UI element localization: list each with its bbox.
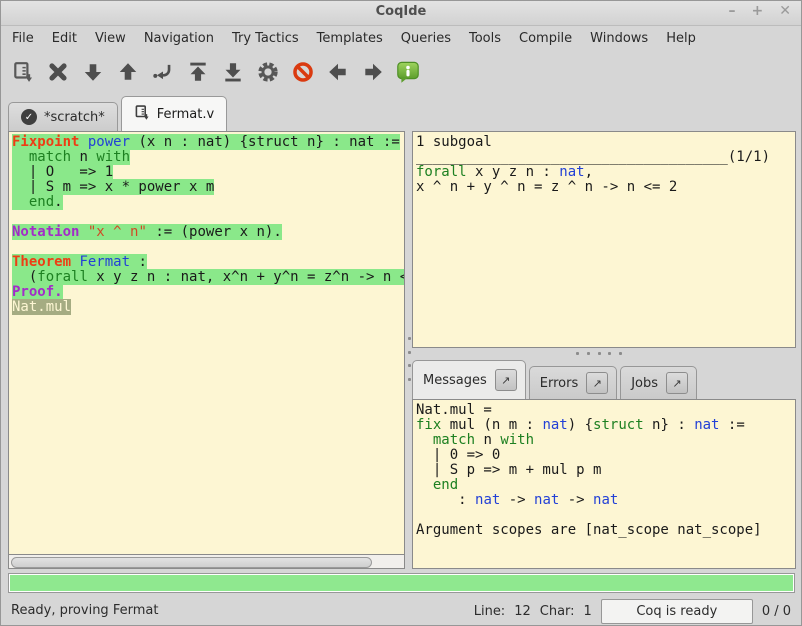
- goal-pane[interactable]: 1 subgoal_______________________________…: [412, 131, 796, 348]
- progress-bar: [8, 573, 795, 593]
- arrow-down-to-bottom-icon: [222, 61, 244, 83]
- minimize-button[interactable]: –: [729, 3, 736, 19]
- run-to-start-button[interactable]: [180, 55, 215, 89]
- char-label: Char:: [540, 604, 575, 619]
- interrupt-button[interactable]: [285, 55, 320, 89]
- tab-scratch[interactable]: ✓ *scratch*: [8, 102, 118, 131]
- detach-jobs-button[interactable]: ↗: [666, 372, 688, 394]
- menu-windows[interactable]: Windows: [581, 26, 657, 51]
- toolbar: [5, 51, 799, 93]
- detach-errors-button[interactable]: ↗: [586, 372, 608, 394]
- messages-pane[interactable]: Nat.mul =fix mul (n m : nat) {struct n} …: [412, 399, 796, 569]
- arrow-up-icon: [117, 61, 139, 83]
- tab-scratch-label: *scratch*: [44, 110, 105, 125]
- info-bubble-icon: [396, 60, 420, 84]
- script-editor[interactable]: Fixpoint power (x n : nat) {struct n} : …: [9, 132, 404, 318]
- tab-errors-label: Errors: [540, 376, 578, 391]
- menu-file[interactable]: File: [3, 26, 43, 51]
- tab-errors[interactable]: Errors ↗: [529, 366, 617, 399]
- tab-fermat[interactable]: Fermat.v: [121, 96, 227, 131]
- line-label: Line:: [474, 604, 505, 619]
- status-message: Ready, proving Fermat: [11, 603, 158, 618]
- file-save-icon: [134, 104, 150, 125]
- arrow-down-icon: [82, 61, 104, 83]
- status-bar: Ready, proving Fermat Line: 12 Char: 1 C…: [1, 595, 801, 626]
- menu-tools[interactable]: Tools: [460, 26, 510, 51]
- back-button[interactable]: [320, 55, 355, 89]
- title-bar: CoqIde – + ✕: [1, 1, 801, 26]
- gear-icon: [257, 61, 279, 83]
- tab-fermat-label: Fermat.v: [157, 107, 214, 122]
- tab-messages-label: Messages: [423, 373, 487, 388]
- save-button[interactable]: [5, 55, 40, 89]
- run-to-end-button[interactable]: [215, 55, 250, 89]
- char-value: 1: [584, 604, 592, 619]
- backward-one-button[interactable]: [110, 55, 145, 89]
- buffer-tabstrip: ✓ *scratch* Fermat.v: [8, 97, 227, 131]
- menu-queries[interactable]: Queries: [392, 26, 460, 51]
- menu-edit[interactable]: Edit: [43, 26, 86, 51]
- stop-button[interactable]: [40, 55, 75, 89]
- menu-view[interactable]: View: [86, 26, 135, 51]
- forward-button[interactable]: [355, 55, 390, 89]
- coq-state-indicator: Coq is ready: [601, 599, 753, 624]
- detach-messages-button[interactable]: ↗: [495, 369, 517, 391]
- window-title: CoqIde: [1, 4, 801, 19]
- messages-tabstrip: Messages ↗ Errors ↗ Jobs ↗: [412, 361, 796, 399]
- about-button[interactable]: [390, 55, 425, 89]
- detach-arrow-icon: ↗: [593, 377, 602, 390]
- scrollbar-thumb[interactable]: [11, 557, 372, 568]
- horizontal-pane-splitter[interactable]: [576, 351, 622, 356]
- arrow-right-icon: [362, 61, 384, 83]
- arrow-left-icon: [327, 61, 349, 83]
- prohibition-icon: [292, 61, 314, 83]
- menu-templates[interactable]: Templates: [308, 26, 392, 51]
- go-to-cursor-button[interactable]: [145, 55, 180, 89]
- settings-button[interactable]: [250, 55, 285, 89]
- goal-view: 1 subgoal_______________________________…: [413, 132, 795, 198]
- maximize-button[interactable]: +: [752, 3, 764, 19]
- tab-jobs-label: Jobs: [631, 376, 658, 391]
- coqide-window: CoqIde – + ✕ File Edit View Navigation T…: [0, 0, 802, 626]
- editor-horizontal-scrollbar[interactable]: [8, 554, 405, 569]
- forward-one-button[interactable]: [75, 55, 110, 89]
- tab-messages[interactable]: Messages ↗: [412, 360, 526, 399]
- tab-jobs[interactable]: Jobs ↗: [620, 366, 697, 399]
- detach-arrow-icon: ↗: [672, 377, 681, 390]
- check-circle-icon: ✓: [21, 109, 37, 125]
- go-to-cursor-icon: [152, 61, 174, 83]
- close-button[interactable]: ✕: [779, 3, 791, 19]
- menu-bar: File Edit View Navigation Try Tactics Te…: [3, 26, 799, 51]
- arrow-up-to-top-icon: [187, 61, 209, 83]
- messages-view: Nat.mul =fix mul (n m : nat) {struct n} …: [413, 400, 795, 541]
- detach-arrow-icon: ↗: [501, 374, 510, 387]
- job-counter: 0 / 0: [762, 604, 791, 619]
- save-file-icon: [12, 61, 34, 83]
- menu-compile[interactable]: Compile: [510, 26, 581, 51]
- menu-help[interactable]: Help: [657, 26, 705, 51]
- close-x-icon: [47, 61, 69, 83]
- line-value: 12: [514, 604, 531, 619]
- script-editor-pane[interactable]: Fixpoint power (x n : nat) {struct n} : …: [8, 131, 405, 569]
- menu-navigation[interactable]: Navigation: [135, 26, 223, 51]
- menu-try-tactics[interactable]: Try Tactics: [223, 26, 308, 51]
